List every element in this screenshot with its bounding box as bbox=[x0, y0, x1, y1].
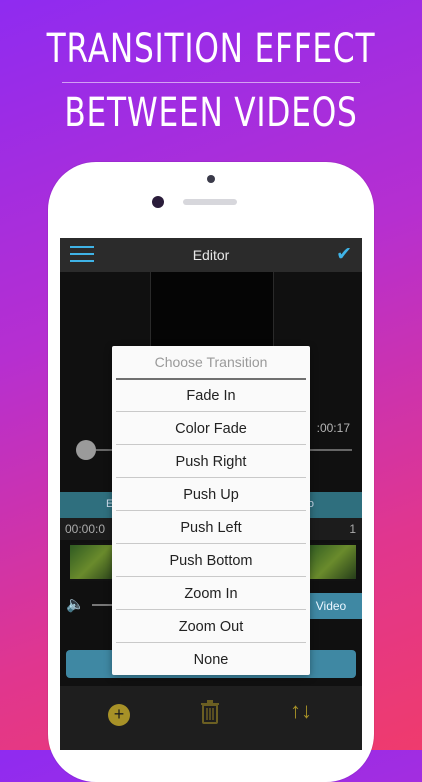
option-divider bbox=[116, 576, 306, 577]
timeline-end-time: 1 bbox=[349, 522, 356, 536]
clip-thumbnail[interactable] bbox=[308, 545, 356, 579]
bottom-toolbar: + ↑↓ bbox=[60, 686, 362, 750]
option-divider bbox=[116, 444, 306, 445]
dialog-divider bbox=[116, 378, 306, 380]
option-zoom-in[interactable]: Zoom In bbox=[112, 586, 310, 602]
headline-line-2: BETWEEN VIDEOS bbox=[64, 90, 358, 136]
volume-track[interactable] bbox=[92, 604, 112, 606]
option-zoom-out[interactable]: Zoom Out bbox=[112, 619, 310, 635]
editor-title: Editor bbox=[192, 247, 230, 263]
trash-icon[interactable] bbox=[200, 700, 220, 730]
checkmark-icon[interactable]: ✔ bbox=[336, 243, 352, 266]
right-time-label: :00:17 bbox=[316, 421, 350, 435]
option-push-right[interactable]: Push Right bbox=[112, 454, 310, 470]
sort-arrows-icon[interactable]: ↑↓ bbox=[290, 698, 312, 724]
dialog-title: Choose Transition bbox=[154, 354, 268, 370]
plus-circle-icon[interactable]: + bbox=[108, 704, 130, 726]
front-camera bbox=[152, 196, 164, 208]
option-fade-in[interactable]: Fade In bbox=[112, 388, 310, 404]
option-divider bbox=[116, 609, 306, 610]
option-divider bbox=[116, 510, 306, 511]
earpiece-speaker bbox=[183, 199, 237, 205]
volume-icon[interactable]: 🔈 bbox=[66, 595, 85, 613]
transition-dialog: Choose Transition Fade In Color Fade Pus… bbox=[112, 346, 310, 675]
option-push-left[interactable]: Push Left bbox=[112, 520, 310, 536]
option-color-fade[interactable]: Color Fade bbox=[112, 421, 310, 437]
scrub-knob[interactable] bbox=[76, 440, 96, 460]
option-divider bbox=[116, 642, 306, 643]
top-bar: Editor ✔ bbox=[60, 238, 362, 272]
headline-divider bbox=[62, 82, 360, 83]
headline-line-1: TRANSITION EFFECT bbox=[46, 26, 376, 72]
option-divider bbox=[116, 411, 306, 412]
timeline-start-time: 00:00:0 bbox=[65, 522, 106, 536]
option-none[interactable]: None bbox=[112, 652, 310, 668]
option-divider bbox=[116, 543, 306, 544]
front-sensor bbox=[207, 175, 215, 183]
clip-thumbnail[interactable] bbox=[70, 545, 118, 579]
option-push-bottom[interactable]: Push Bottom bbox=[112, 553, 310, 569]
option-divider bbox=[116, 477, 306, 478]
option-push-up[interactable]: Push Up bbox=[112, 487, 310, 503]
